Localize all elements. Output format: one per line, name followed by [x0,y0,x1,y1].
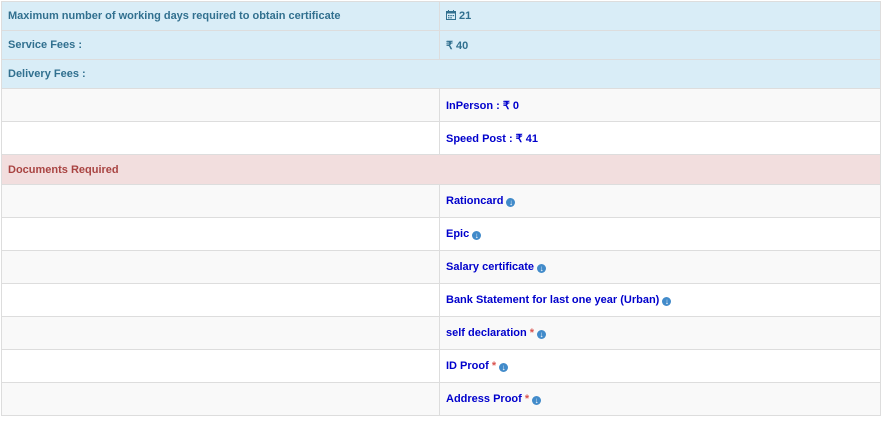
empty-cell [1,283,440,317]
circle-arrow-down-icon[interactable]: ↓ [532,396,542,405]
speed-post-row: Speed Post : ₹ 41 [1,121,881,155]
service-info-table: Maximum number of working days required … [1,1,881,416]
document-name: Bank Statement for last one year (Urban) [446,294,660,306]
document-cell: Bank Statement for last one year (Urban)… [439,283,881,317]
empty-cell [1,121,440,155]
document-row: ID Proof * ↓ [1,349,881,383]
circle-arrow-down-icon[interactable]: ↓ [537,330,547,339]
document-row: Epic ↓ [1,217,881,251]
documents-required-label: Documents Required [1,154,881,185]
document-cell: Epic ↓ [439,217,881,251]
document-row: self declaration * ↓ [1,316,881,350]
documents-required-row: Documents Required [1,154,881,185]
empty-cell [1,316,440,350]
speed-post-value: Speed Post : ₹ 41 [439,121,881,155]
document-row: Salary certificate ↓ [1,250,881,284]
document-row: Address Proof * ↓ [1,382,881,416]
empty-cell [1,184,440,218]
document-name: Salary certificate [446,261,535,273]
document-name: Rationcard [446,195,504,207]
service-fees-row: Service Fees : ₹ 40 [1,30,881,60]
empty-cell [1,88,440,122]
service-fees-label: Service Fees : [1,30,440,60]
circle-arrow-down-icon[interactable]: ↓ [662,297,672,306]
empty-cell [1,217,440,251]
max-days-value: 21 [459,10,472,22]
document-name: self declaration [446,327,527,339]
document-list: Rationcard ↓ Epic ↓ Salary certificate ↓ Bank … [1,184,881,416]
document-cell: Rationcard ↓ [439,184,881,218]
circle-arrow-down-icon[interactable]: ↓ [537,264,547,273]
max-days-row: Maximum number of working days required … [1,1,881,31]
empty-cell [1,250,440,284]
document-cell: Salary certificate ↓ [439,250,881,284]
required-asterisk: * [529,327,535,339]
required-asterisk: * [524,393,530,405]
circle-arrow-down-icon[interactable]: ↓ [472,231,482,240]
empty-cell [1,349,440,383]
delivery-fees-label: Delivery Fees : [1,59,881,89]
max-days-label: Maximum number of working days required … [1,1,440,31]
required-asterisk: * [491,360,497,372]
circle-arrow-down-icon[interactable]: ↓ [499,363,509,372]
document-name: Epic [446,228,470,240]
document-name: Address Proof [446,393,522,405]
document-row: Bank Statement for last one year (Urban)… [1,283,881,317]
circle-arrow-down-icon[interactable]: ↓ [506,198,516,207]
max-days-cell: 21 [439,1,881,31]
document-row: Rationcard ↓ [1,184,881,218]
empty-cell [1,382,440,416]
in-person-row: InPerson : ₹ 0 [1,88,881,122]
calendar-icon [446,10,456,20]
delivery-fees-row: Delivery Fees : [1,59,881,89]
service-fees-value: ₹ 40 [439,30,881,60]
document-name: ID Proof [446,360,489,372]
document-cell: Address Proof * ↓ [439,382,881,416]
document-cell: ID Proof * ↓ [439,349,881,383]
in-person-value: InPerson : ₹ 0 [439,88,881,122]
document-cell: self declaration * ↓ [439,316,881,350]
